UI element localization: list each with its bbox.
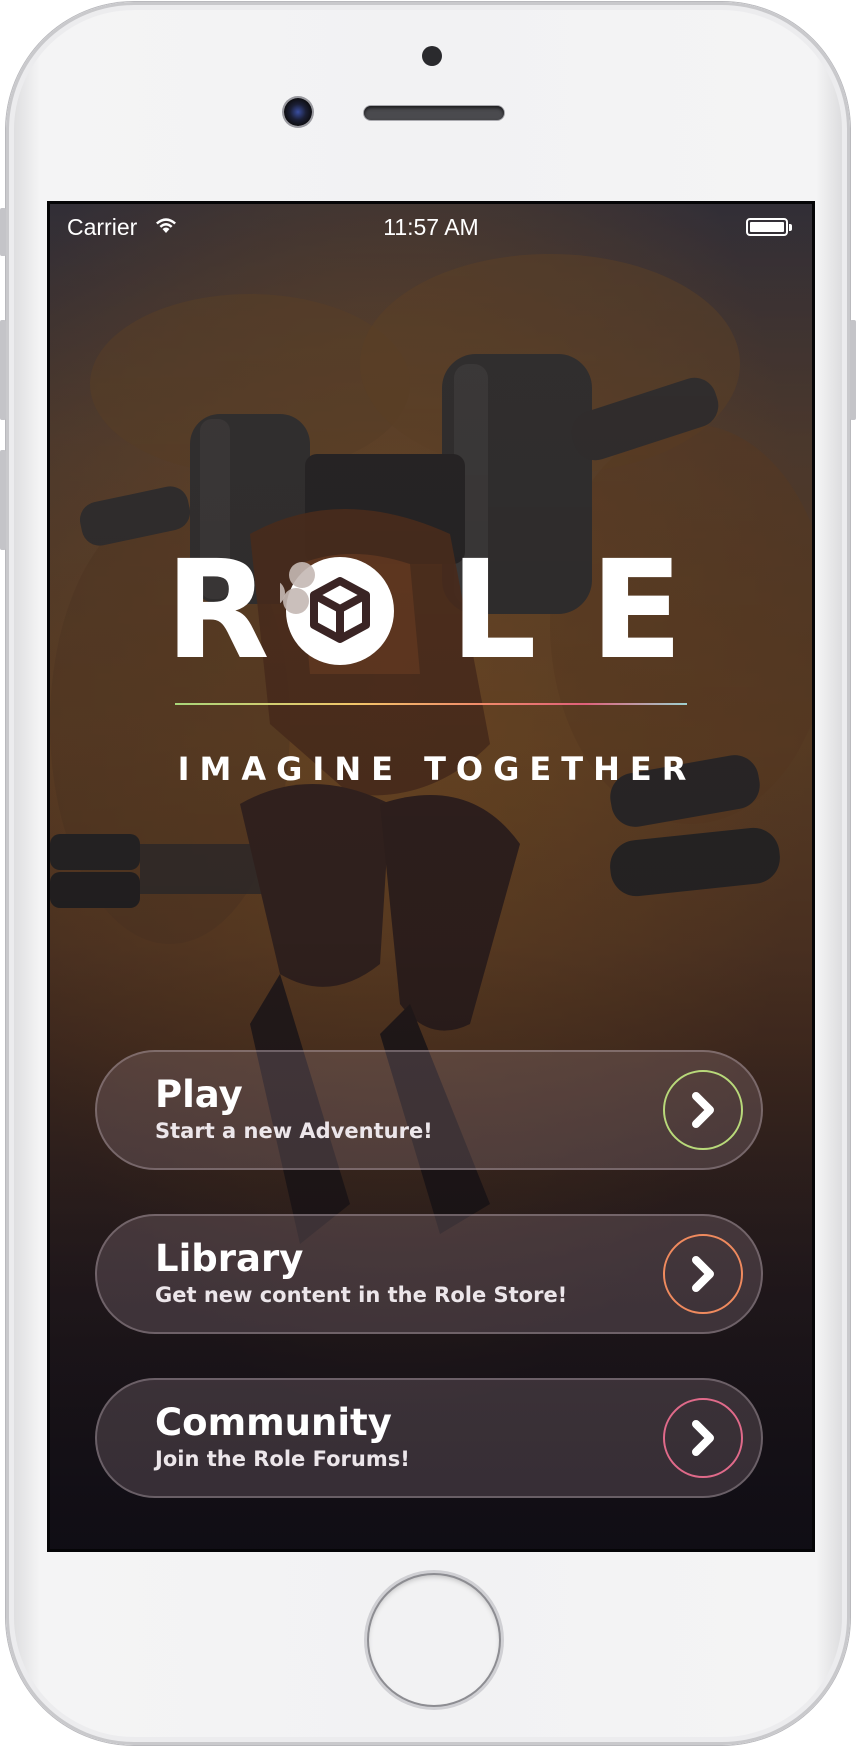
chevron-right-icon	[692, 1420, 714, 1456]
earpiece-speaker	[364, 106, 504, 120]
app-screen: Carrier 11:57 AM R L E IMAGINE TOGETHER …	[47, 201, 815, 1552]
volume-up-button	[0, 320, 6, 420]
mute-switch	[0, 208, 6, 256]
role-logo: R L E	[165, 532, 695, 690]
battery-full-icon	[746, 218, 792, 236]
home-button[interactable]	[367, 1573, 501, 1707]
community-chevron-button[interactable]	[663, 1398, 743, 1478]
library-subtitle: Get new content in the Role Store!	[155, 1283, 568, 1307]
front-camera-icon	[284, 98, 312, 126]
community-button[interactable]: Community Join the Role Forums!	[95, 1378, 763, 1498]
play-chevron-button[interactable]	[663, 1070, 743, 1150]
cube-icon	[280, 557, 394, 665]
library-button[interactable]: Library Get new content in the Role Stor…	[95, 1214, 763, 1334]
logo-letter-r: R	[165, 532, 270, 690]
background-artwork	[50, 204, 812, 1549]
library-chevron-button[interactable]	[663, 1234, 743, 1314]
robot-illustration	[50, 204, 812, 1549]
logo-letter-e: E	[590, 532, 683, 690]
logo-divider	[175, 703, 687, 705]
proximity-sensor	[422, 46, 442, 66]
chevron-right-icon	[692, 1092, 714, 1128]
volume-down-button	[0, 450, 6, 550]
logo-letter-l: L	[450, 532, 537, 690]
play-title: Play	[155, 1073, 243, 1116]
power-button	[850, 320, 856, 420]
community-title: Community	[155, 1401, 392, 1444]
status-time: 11:57 AM	[383, 214, 479, 240]
tagline: IMAGINE TOGETHER	[177, 750, 697, 788]
library-title: Library	[155, 1237, 304, 1280]
play-button[interactable]: Play Start a new Adventure!	[95, 1050, 763, 1170]
status-bar: Carrier 11:57 AM	[50, 204, 812, 248]
play-subtitle: Start a new Adventure!	[155, 1119, 433, 1143]
community-subtitle: Join the Role Forums!	[155, 1447, 410, 1471]
chevron-right-icon	[692, 1256, 714, 1292]
